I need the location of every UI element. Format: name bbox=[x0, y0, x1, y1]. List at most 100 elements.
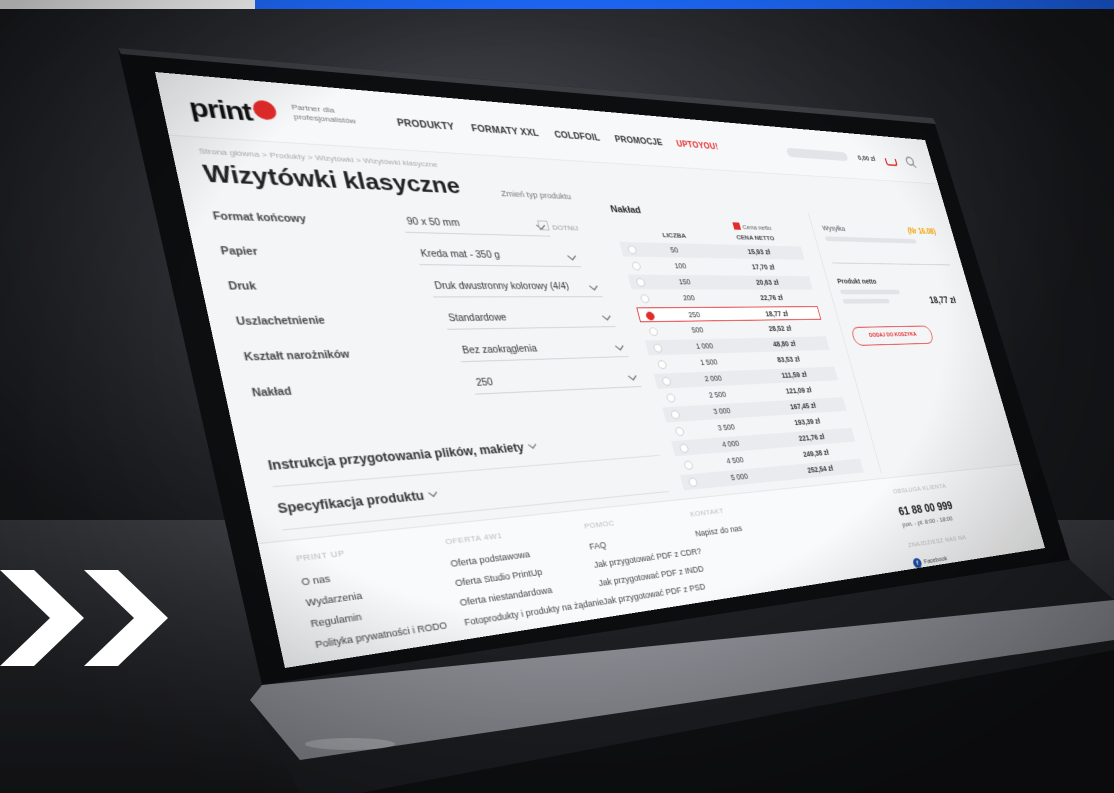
config-label: Kształt narożników bbox=[243, 350, 351, 364]
config-select-value: Bez zaokrąglenia bbox=[461, 344, 538, 356]
quantity-price: 22,76 zł bbox=[759, 294, 783, 302]
quantity-price: 17,70 zł bbox=[751, 263, 775, 271]
logo-tagline: Partner dla profesjonalistów bbox=[291, 103, 371, 128]
config-select-value: Standardowe bbox=[447, 313, 507, 324]
add-to-cart-button[interactable]: DODAJ DO KOSZYKA bbox=[850, 326, 934, 346]
quantity-price: 252,54 zł bbox=[806, 464, 834, 475]
chevron-down-icon bbox=[567, 252, 576, 261]
footer-heading: POMOC bbox=[583, 510, 692, 530]
quantity-price: 28,52 zł bbox=[768, 324, 792, 333]
quantity-row[interactable]: 100 17,70 zł bbox=[623, 258, 808, 274]
radio-icon bbox=[688, 477, 699, 487]
dotnij-label: DOTNIJ bbox=[551, 224, 579, 233]
quantity-row[interactable]: 250 18,77 zł bbox=[636, 306, 821, 322]
quantity-price: 221,76 zł bbox=[798, 432, 826, 442]
header-actions: 0,00 zł bbox=[785, 147, 915, 166]
chevron-right-icon bbox=[84, 570, 168, 666]
radio-icon bbox=[631, 262, 642, 271]
config-label: Papier bbox=[220, 246, 259, 258]
config-label: Format końcowy bbox=[212, 211, 307, 225]
col-qty-header: LICZBA bbox=[662, 231, 687, 239]
radio-icon bbox=[683, 460, 694, 470]
product-config-form: Format końcowy 90 x 50 mm DOTNIJ Papier Kred… bbox=[210, 201, 660, 413]
quantity-row[interactable]: 150 20,63 zł bbox=[628, 275, 813, 290]
quantity-value: 1 000 bbox=[695, 342, 714, 351]
config-select-value: 250 bbox=[475, 378, 494, 389]
quantity-row[interactable]: 200 22,76 zł bbox=[632, 291, 817, 306]
checkbox-icon bbox=[732, 222, 741, 229]
config-select[interactable]: Standardowe bbox=[442, 308, 615, 330]
quantity-price: 48,80 zł bbox=[772, 339, 796, 348]
config-label: Uszlachetnienie bbox=[235, 316, 326, 328]
quantity-value: 4 500 bbox=[725, 455, 744, 465]
quantity-value: 4 000 bbox=[721, 439, 740, 449]
config-label: Nakład bbox=[251, 386, 293, 399]
config-label: Druk bbox=[228, 281, 258, 292]
logo[interactable]: print bbox=[186, 92, 280, 129]
radio-icon bbox=[645, 312, 656, 321]
col-price-header: CENA NETTO bbox=[735, 234, 775, 242]
footer-link[interactable]: Napisz do nas bbox=[694, 524, 743, 539]
cart-icon[interactable] bbox=[885, 158, 898, 166]
main-nav: PRODUKTY FORMATY XXL COLDFOIL PROMOCJE UPTOY… bbox=[396, 118, 719, 151]
quantity-value: 3 000 bbox=[712, 406, 731, 416]
config-select[interactable]: Druk dwustronny kolorowy (4/4) bbox=[428, 277, 602, 298]
net-price-toggle[interactable]: Cena netto bbox=[732, 222, 772, 231]
quantity-price: 15,93 zł bbox=[747, 247, 771, 255]
config-select[interactable]: 250 bbox=[470, 367, 642, 394]
chevron-down-icon bbox=[628, 372, 637, 381]
config-select[interactable]: Kreda mat - 350 g bbox=[415, 244, 582, 267]
footer-column: KONTAKT Napisz do nas bbox=[689, 505, 745, 546]
nav-item[interactable]: PRODUKTY bbox=[396, 118, 455, 132]
config-select[interactable]: 90 x 50 mm bbox=[401, 212, 551, 237]
footer-heading: KONTAKT bbox=[689, 505, 738, 518]
nav-item[interactable]: COLDFOIL bbox=[554, 130, 602, 143]
config-select[interactable]: Bez zaokrąglenia bbox=[456, 338, 628, 363]
radio-icon bbox=[661, 377, 672, 386]
radio-icon bbox=[674, 427, 685, 436]
nav-item[interactable]: PROMOCJE bbox=[614, 135, 664, 148]
config-select-value: Kreda mat - 350 g bbox=[420, 249, 501, 261]
chevron-down-icon bbox=[602, 312, 611, 321]
header-search-pill[interactable] bbox=[786, 147, 849, 161]
cart-total: 0,00 zł bbox=[857, 154, 876, 163]
net-product-label: Produkt netto bbox=[836, 277, 956, 285]
radio-icon bbox=[670, 410, 681, 419]
search-icon[interactable] bbox=[905, 156, 916, 166]
placeholder-line bbox=[825, 236, 917, 243]
quantity-price: 18,77 zł bbox=[764, 310, 788, 318]
quantity-row[interactable]: 50 15,93 zł bbox=[619, 242, 804, 260]
footer-heading: OFERTA 4W1 bbox=[444, 522, 586, 547]
chevron-down-icon bbox=[589, 282, 598, 291]
radio-icon bbox=[627, 245, 638, 254]
shipping-price: (Nr 16.08) bbox=[907, 227, 937, 236]
chevron-down-icon bbox=[528, 441, 536, 449]
quantity-value: 150 bbox=[678, 278, 692, 286]
shipping-select[interactable] bbox=[828, 249, 950, 266]
quantity-price: 111,59 zł bbox=[780, 370, 807, 379]
placeholder-line bbox=[842, 299, 890, 304]
quantity-price: 193,39 zł bbox=[793, 417, 821, 427]
footer-support: OBSŁUGA KLIENTA 61 88 00 999 pon. - pt. … bbox=[892, 482, 972, 569]
footer-heading: PRINT UP bbox=[295, 539, 429, 563]
quantity-value: 500 bbox=[691, 326, 705, 335]
support-heading: OBSŁUGA KLIENTA bbox=[892, 482, 952, 496]
quantity-value: 3 500 bbox=[717, 422, 736, 432]
change-product-type-link[interactable]: Zmień typ produktu bbox=[500, 189, 572, 201]
social-heading: ZNAJDZIESZ NAS NA bbox=[907, 533, 967, 549]
config-select-value: Druk dwustronny kolorowy (4/4) bbox=[434, 281, 571, 292]
quantity-title: Nakład bbox=[609, 204, 642, 215]
radio-icon bbox=[640, 294, 651, 303]
radio-icon bbox=[657, 360, 668, 369]
net-product-value: 18,77 zł bbox=[928, 295, 957, 305]
radio-icon bbox=[635, 278, 646, 287]
quantity-value: 50 bbox=[669, 246, 679, 255]
chevron-right-icon bbox=[0, 570, 84, 666]
checkbox-icon bbox=[537, 220, 549, 230]
nav-item-uptoyou[interactable]: UPTOYOU! bbox=[676, 140, 720, 152]
dotnij-checkbox[interactable]: DOTNIJ bbox=[537, 220, 579, 232]
double-chevron-right-icon bbox=[0, 570, 200, 670]
quantity-price: 83,53 zł bbox=[776, 355, 800, 364]
nav-item[interactable]: FORMATY XXL bbox=[471, 124, 541, 139]
quantity-value: 5 000 bbox=[730, 472, 749, 482]
